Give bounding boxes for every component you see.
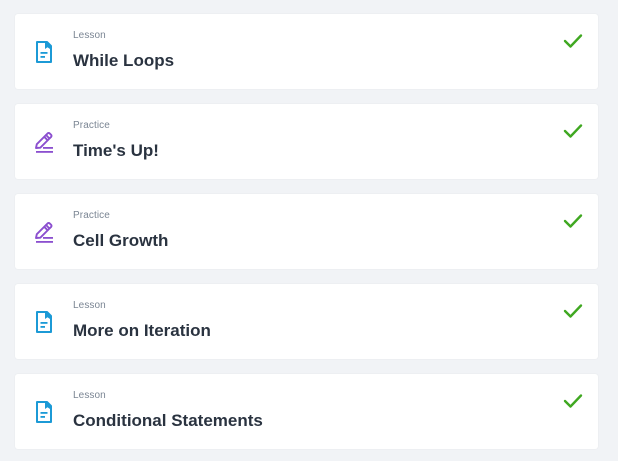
- list-item-times-up[interactable]: Practice Time's Up!: [15, 104, 598, 179]
- list-item-cell-growth[interactable]: Practice Cell Growth: [15, 194, 598, 269]
- item-title[interactable]: Time's Up!: [73, 141, 159, 161]
- check-icon: [563, 393, 583, 409]
- list-item-conditional-statements[interactable]: Lesson Conditional Statements: [15, 374, 598, 449]
- lesson-doc-icon: [33, 310, 55, 334]
- check-icon: [563, 33, 583, 49]
- list-item-while-loops[interactable]: Lesson While Loops: [15, 14, 598, 89]
- check-icon: [563, 213, 583, 229]
- check-icon: [563, 123, 583, 139]
- item-kind-label: Practice: [73, 120, 110, 131]
- item-title[interactable]: While Loops: [73, 51, 174, 71]
- item-title[interactable]: Cell Growth: [73, 231, 168, 251]
- item-title[interactable]: Conditional Statements: [73, 411, 263, 431]
- item-kind-label: Lesson: [73, 300, 106, 311]
- practice-pencil-icon: [33, 220, 55, 244]
- item-kind-label: Practice: [73, 210, 110, 221]
- item-kind-label: Lesson: [73, 390, 106, 401]
- practice-pencil-icon: [33, 130, 55, 154]
- item-title[interactable]: More on Iteration: [73, 321, 211, 341]
- item-kind-label: Lesson: [73, 30, 106, 41]
- lesson-doc-icon: [33, 40, 55, 64]
- check-icon: [563, 303, 583, 319]
- list-item-more-on-iteration[interactable]: Lesson More on Iteration: [15, 284, 598, 359]
- module-item-list: Lesson While Loops Practice Time's Up! P…: [15, 14, 598, 449]
- lesson-doc-icon: [33, 400, 55, 424]
